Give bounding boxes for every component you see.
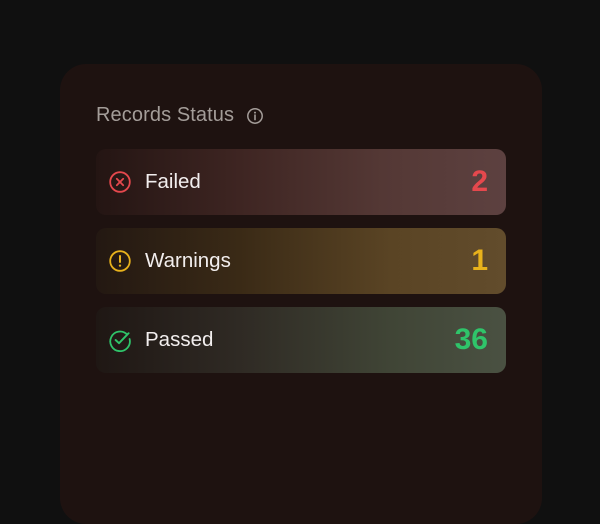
status-label-passed: Passed bbox=[145, 328, 214, 351]
card-title: Records Status bbox=[96, 104, 235, 126]
x-circle-icon bbox=[108, 170, 132, 194]
info-icon[interactable] bbox=[246, 107, 264, 125]
status-count-warnings: 1 bbox=[471, 244, 488, 277]
check-circle-icon bbox=[108, 328, 132, 352]
status-count-passed: 36 bbox=[454, 323, 488, 356]
status-label-warnings: Warnings bbox=[145, 249, 231, 272]
status-label-failed: Failed bbox=[145, 170, 201, 193]
card-header: Records Status bbox=[96, 104, 264, 127]
status-row-passed[interactable]: Passed 36 bbox=[96, 307, 506, 373]
exclamation-circle-icon bbox=[108, 249, 132, 273]
records-status-card: Records Status Failed 2 Warnings 1 Passe… bbox=[60, 64, 542, 524]
status-row-failed[interactable]: Failed 2 bbox=[96, 149, 506, 215]
status-count-failed: 2 bbox=[471, 165, 488, 198]
status-row-warnings[interactable]: Warnings 1 bbox=[96, 228, 506, 294]
